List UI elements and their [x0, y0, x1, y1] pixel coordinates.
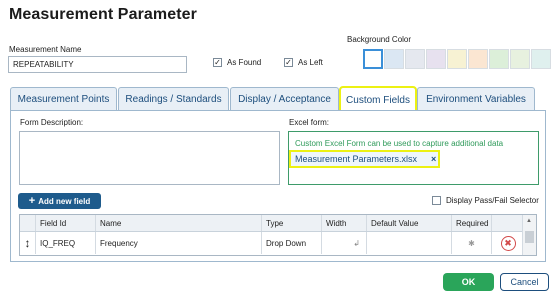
col-field-id-header[interactable]: Field Id [36, 215, 96, 231]
display-pass-fail-checkbox[interactable]: Display Pass/Fail Selector [432, 196, 539, 205]
table-row[interactable]: ↕ IQ_FREQ Frequency Drop Down ↲ ✱ ✖ [20, 232, 536, 254]
as-left-checkbox[interactable]: ✓ As Left [284, 58, 323, 67]
form-description-label: Form Description: [20, 118, 84, 127]
color-swatch[interactable] [426, 49, 446, 69]
measurement-name-input[interactable]: REPEATABILITY [8, 56, 187, 73]
background-color-palette [363, 49, 551, 69]
grid-header: Field Id Name Type Width Default Value R… [20, 215, 536, 232]
color-swatch[interactable] [405, 49, 425, 69]
type-cell[interactable]: Drop Down [262, 232, 322, 254]
default-value-cell[interactable] [367, 232, 452, 254]
delete-row-cell: ✖ [492, 232, 524, 254]
tab-readings-standards[interactable]: Readings / Standards [118, 87, 229, 111]
excel-form-label: Excel form: [289, 118, 330, 127]
required-asterisk-icon: ✱ [468, 238, 475, 248]
color-swatch[interactable] [447, 49, 467, 69]
col-drag-header [20, 215, 36, 231]
delete-row-icon[interactable]: ✖ [500, 235, 516, 251]
return-icon: ↲ [353, 238, 360, 248]
col-required-header[interactable]: Required [452, 215, 492, 231]
display-pass-fail-label: Display Pass/Fail Selector [446, 196, 539, 205]
color-swatch[interactable] [531, 49, 551, 69]
col-width-header[interactable]: Width [322, 215, 367, 231]
as-found-check-icon[interactable]: ✓ [213, 58, 222, 67]
tab-bar: Measurement Points Readings / Standards … [10, 86, 546, 113]
ok-button[interactable]: OK [443, 273, 494, 291]
color-swatch[interactable] [468, 49, 488, 69]
field-id-cell[interactable]: IQ_FREQ [36, 232, 96, 254]
pass-fail-check-box[interactable] [432, 196, 441, 205]
excel-form-hint: Custom Excel Form can be used to capture… [295, 139, 504, 148]
width-cell[interactable]: ↲ [322, 232, 367, 254]
cancel-button[interactable]: Cancel [500, 273, 549, 291]
grid-scrollbar[interactable]: ▲ [522, 215, 536, 255]
col-actions-header [492, 215, 524, 231]
form-description-textarea[interactable] [19, 131, 280, 185]
tab-custom-fields[interactable]: Custom Fields [339, 86, 417, 113]
color-swatch[interactable] [510, 49, 530, 69]
as-found-label: As Found [227, 58, 262, 67]
excel-file-chip[interactable]: Measurement Parameters.xlsx × [289, 150, 440, 168]
tab-display-acceptance[interactable]: Display / Acceptance [230, 87, 339, 111]
background-color-label: Background Color [347, 35, 412, 44]
as-left-check-icon[interactable]: ✓ [284, 58, 293, 67]
as-left-label: As Left [298, 58, 323, 67]
as-found-checkbox[interactable]: ✓ As Found [213, 58, 261, 67]
custom-fields-grid: Field Id Name Type Width Default Value R… [19, 214, 537, 256]
measurement-name-label: Measurement Name [9, 45, 82, 54]
col-default-value-header[interactable]: Default Value [367, 215, 452, 231]
drag-handle-icon[interactable]: ↕ [20, 232, 36, 254]
tab-measurement-points[interactable]: Measurement Points [10, 87, 117, 111]
col-type-header[interactable]: Type [262, 215, 322, 231]
color-swatch[interactable] [489, 49, 509, 69]
remove-file-icon[interactable]: × [431, 154, 436, 164]
add-new-field-label: Add new field [38, 196, 91, 206]
dialog-title: Measurement Parameter [9, 6, 197, 23]
scroll-up-icon[interactable]: ▲ [526, 218, 532, 224]
col-name-header[interactable]: Name [96, 215, 262, 231]
required-cell[interactable]: ✱ [452, 232, 492, 254]
name-cell[interactable]: Frequency [96, 232, 262, 254]
add-new-field-button[interactable]: + Add new field [18, 193, 101, 209]
color-swatch[interactable] [384, 49, 404, 69]
excel-file-name[interactable]: Measurement Parameters.xlsx [295, 154, 417, 164]
plus-icon: + [28, 195, 36, 207]
scroll-thumb[interactable] [525, 231, 534, 243]
tab-environment-variables[interactable]: Environment Variables [417, 87, 535, 111]
color-swatch[interactable] [363, 49, 383, 69]
